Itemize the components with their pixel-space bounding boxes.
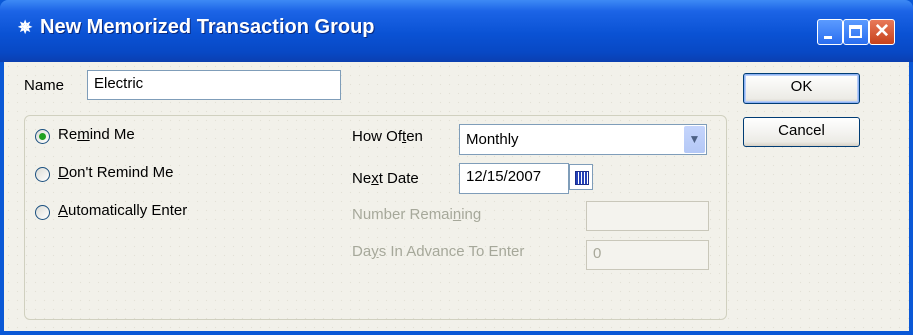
dialog-client-area: Name Electric Remind Me Don't Remind Me …: [4, 62, 909, 331]
name-input[interactable]: Electric: [87, 70, 341, 100]
close-icon: ✕: [874, 21, 890, 42]
automatically-enter-label[interactable]: Automatically Enter: [58, 202, 187, 219]
days-in-advance-label: Days In Advance To Enter: [352, 243, 525, 260]
next-date-input[interactable]: 12/15/2007: [459, 163, 569, 194]
ok-button[interactable]: OK: [743, 73, 860, 104]
radio-automatically-enter[interactable]: [35, 205, 50, 220]
minimize-button[interactable]: [817, 19, 843, 45]
cancel-button[interactable]: Cancel: [743, 117, 860, 147]
title-bar[interactable]: ✵ New Memorized Transaction Group ✕: [0, 0, 913, 62]
how-often-select[interactable]: Monthly ▼: [459, 124, 707, 155]
next-date-label: Next Date: [352, 170, 419, 187]
window-title: New Memorized Transaction Group: [40, 16, 375, 38]
radio-remind-me[interactable]: [35, 129, 50, 144]
close-button[interactable]: ✕: [869, 19, 895, 45]
number-remaining-label: Number Remaining: [352, 206, 482, 223]
radio-dont-remind-me[interactable]: [35, 167, 50, 182]
number-remaining-input[interactable]: [586, 201, 709, 231]
calendar-icon[interactable]: [569, 164, 593, 190]
how-often-label: How Often: [352, 128, 423, 145]
chevron-down-icon[interactable]: ▼: [684, 126, 705, 153]
dont-remind-me-label[interactable]: Don't Remind Me: [58, 164, 173, 181]
maximize-button[interactable]: [843, 19, 869, 45]
how-often-value: Monthly: [466, 131, 519, 148]
days-in-advance-input[interactable]: 0: [586, 240, 709, 270]
dialog-window: ✵ New Memorized Transaction Group ✕ Name…: [0, 0, 913, 335]
app-icon: ✵: [18, 18, 33, 37]
remind-me-label[interactable]: Remind Me: [58, 126, 135, 143]
name-label: Name: [24, 77, 65, 94]
